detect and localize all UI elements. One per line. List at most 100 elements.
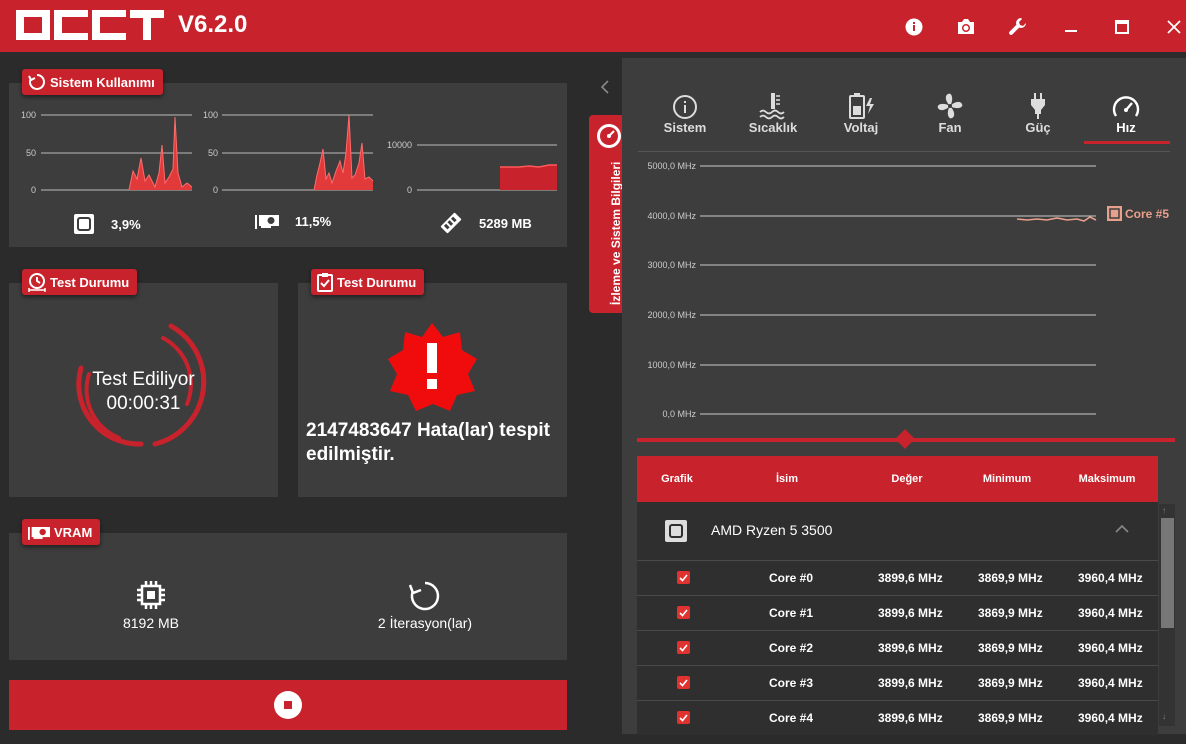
checkmark-icon: [679, 678, 688, 687]
time-range-slider-handle[interactable]: [895, 429, 915, 449]
table-row[interactable]: Core #4 3899,6 MHz 3869,9 MHz 3960,4 MHz: [637, 700, 1158, 735]
graph-checkbox[interactable]: [677, 676, 690, 689]
tab-sistem-label: Sistem: [663, 120, 707, 135]
scroll-up-icon[interactable]: ↑: [1162, 506, 1166, 515]
system-usage-title: Sistem Kullanımı: [50, 74, 155, 90]
table-row[interactable]: Core #0 3899,6 MHz 3869,9 MHz 3960,4 MHz: [637, 560, 1158, 595]
scroll-down-icon[interactable]: ↓: [1162, 712, 1166, 721]
graph-checkbox[interactable]: [677, 711, 690, 724]
fan-icon: [937, 93, 963, 119]
refresh-icon: [28, 74, 45, 90]
chevron-up-icon[interactable]: [1115, 524, 1129, 534]
gpu-usage-readout: 11,5%: [255, 213, 331, 229]
chevron-left-icon: [600, 80, 609, 94]
cpu-square-icon: [665, 520, 687, 542]
minimize-button[interactable]: [1058, 14, 1084, 40]
wrench-icon: [1009, 18, 1026, 35]
core-name: Core #0: [769, 571, 814, 585]
speedometer-icon: [597, 124, 621, 148]
test-status-tag-2: Test Durumu: [311, 269, 425, 295]
test-status-readout: Test Ediliyor 00:00:31: [9, 368, 278, 416]
legend-swatch-icon: [1107, 206, 1122, 221]
col-grafik[interactable]: Grafik: [647, 473, 707, 485]
scroll-thumb[interactable]: [1161, 518, 1174, 628]
graph-checkbox[interactable]: [677, 641, 690, 654]
graph-checkbox[interactable]: [677, 606, 690, 619]
graph-checkbox[interactable]: [677, 571, 690, 584]
close-icon: [1167, 20, 1181, 34]
speedometer-icon: [1112, 96, 1140, 117]
iteration-readout: 2 İterasyon(lar): [355, 579, 495, 631]
ram-axis-0: 0: [407, 185, 412, 195]
tab-sicaklik[interactable]: Sıcaklık: [729, 90, 817, 135]
side-tab-label: İzleme ve Sistem Bilgileri: [609, 161, 623, 305]
y-label-3000: 3000,0 MHz: [647, 260, 696, 270]
plug-icon: [1031, 93, 1045, 119]
cpu-square-icon: [74, 214, 94, 234]
info-button[interactable]: [901, 14, 927, 40]
core-max: 3960,4 MHz: [1078, 641, 1143, 655]
test-status-tag-1: Test Durumu: [22, 269, 138, 295]
stopwatch-icon: [28, 273, 46, 292]
col-deger[interactable]: Değer: [867, 473, 947, 485]
tab-voltaj[interactable]: Voltaj: [817, 90, 905, 135]
test-status-title-2: Test Durumu: [337, 274, 417, 290]
table-row[interactable]: Core #3 3899,6 MHz 3869,9 MHz 3960,4 MHz: [637, 665, 1158, 700]
table-row[interactable]: Core #2 3899,6 MHz 3869,9 MHz 3960,4 MHz: [637, 630, 1158, 665]
col-maksimum[interactable]: Maksimum: [1067, 473, 1147, 485]
vram-size-readout: 8192 MB: [91, 579, 211, 631]
gpu-axis-100: 100: [203, 110, 218, 120]
cpu-axis-100: 100: [21, 110, 36, 120]
settings-button[interactable]: [1005, 14, 1031, 40]
maximize-button[interactable]: [1109, 14, 1135, 40]
monitoring-panel: Sistem Sıcaklık Voltaj Fan Güç Hız 5000,…: [622, 58, 1186, 735]
vram-panel: 8192 MB 2 İterasyon(lar): [9, 533, 567, 660]
y-label-5000: 5000,0 MHz: [647, 161, 696, 171]
ram-axis-10000: 10000: [387, 140, 412, 150]
core-min: 3869,9 MHz: [978, 641, 1043, 655]
core-value: 3899,6 MHz: [878, 606, 943, 620]
table-row[interactable]: Core #1 3899,6 MHz 3869,9 MHz 3960,4 MHz: [637, 595, 1158, 630]
system-usage-panel: 100 50 0 100 50 0 10000 0 3,9% 11,5% 528…: [9, 83, 567, 247]
refresh-icon: [408, 581, 440, 611]
tab-voltaj-label: Voltaj: [843, 120, 879, 135]
occt-logo: [16, 10, 164, 40]
sensor-table-header: Grafik İsim Değer Minimum Maksimum: [637, 456, 1158, 502]
col-isim[interactable]: İsim: [747, 473, 827, 485]
gpu-axis-50: 50: [208, 148, 218, 158]
core-min: 3869,9 MHz: [978, 711, 1043, 725]
collapse-panel-button[interactable]: [600, 80, 610, 99]
system-usage-tag: Sistem Kullanımı: [22, 69, 163, 95]
cpu-group-row[interactable]: AMD Ryzen 5 3500: [637, 502, 1158, 560]
checkmark-icon: [679, 643, 688, 652]
table-scrollbar[interactable]: ↑ ↓: [1159, 504, 1175, 726]
col-minimum[interactable]: Minimum: [967, 473, 1047, 485]
cpu-usage-value: 3,9%: [111, 216, 141, 232]
y-label-2000: 2000,0 MHz: [647, 310, 696, 320]
legend-label: Core #5: [1125, 206, 1170, 221]
tab-fan-label: Fan: [938, 120, 962, 135]
core-min: 3869,9 MHz: [978, 571, 1043, 585]
tab-sistem[interactable]: Sistem: [641, 90, 729, 135]
cpu-axis-50: 50: [26, 148, 36, 158]
tab-hiz-label: Hız: [1116, 120, 1136, 135]
clipboard-check-icon: [317, 273, 333, 292]
screenshot-button[interactable]: [953, 14, 979, 40]
thermometer-icon: [759, 93, 785, 120]
core-value: 3899,6 MHz: [878, 571, 943, 585]
stop-test-button[interactable]: [9, 680, 567, 730]
y-label-1000: 1000,0 MHz: [647, 360, 696, 370]
tab-guc[interactable]: Güç: [994, 90, 1082, 135]
core-max: 3960,4 MHz: [1078, 606, 1143, 620]
tab-sicaklik-label: Sıcaklık: [748, 120, 798, 135]
ram-usage-readout: 5289 MB: [439, 211, 532, 235]
chip-icon: [137, 581, 165, 609]
tab-fan[interactable]: Fan: [906, 90, 994, 135]
core-value: 3899,6 MHz: [878, 711, 943, 725]
y-label-0: 0,0 MHz: [662, 409, 696, 419]
tab-hiz[interactable]: Hız: [1082, 90, 1170, 135]
close-button[interactable]: [1161, 14, 1186, 40]
core-min: 3869,9 MHz: [978, 676, 1043, 690]
cpu-group-name: AMD Ryzen 5 3500: [711, 522, 833, 538]
stop-icon: [274, 691, 302, 719]
